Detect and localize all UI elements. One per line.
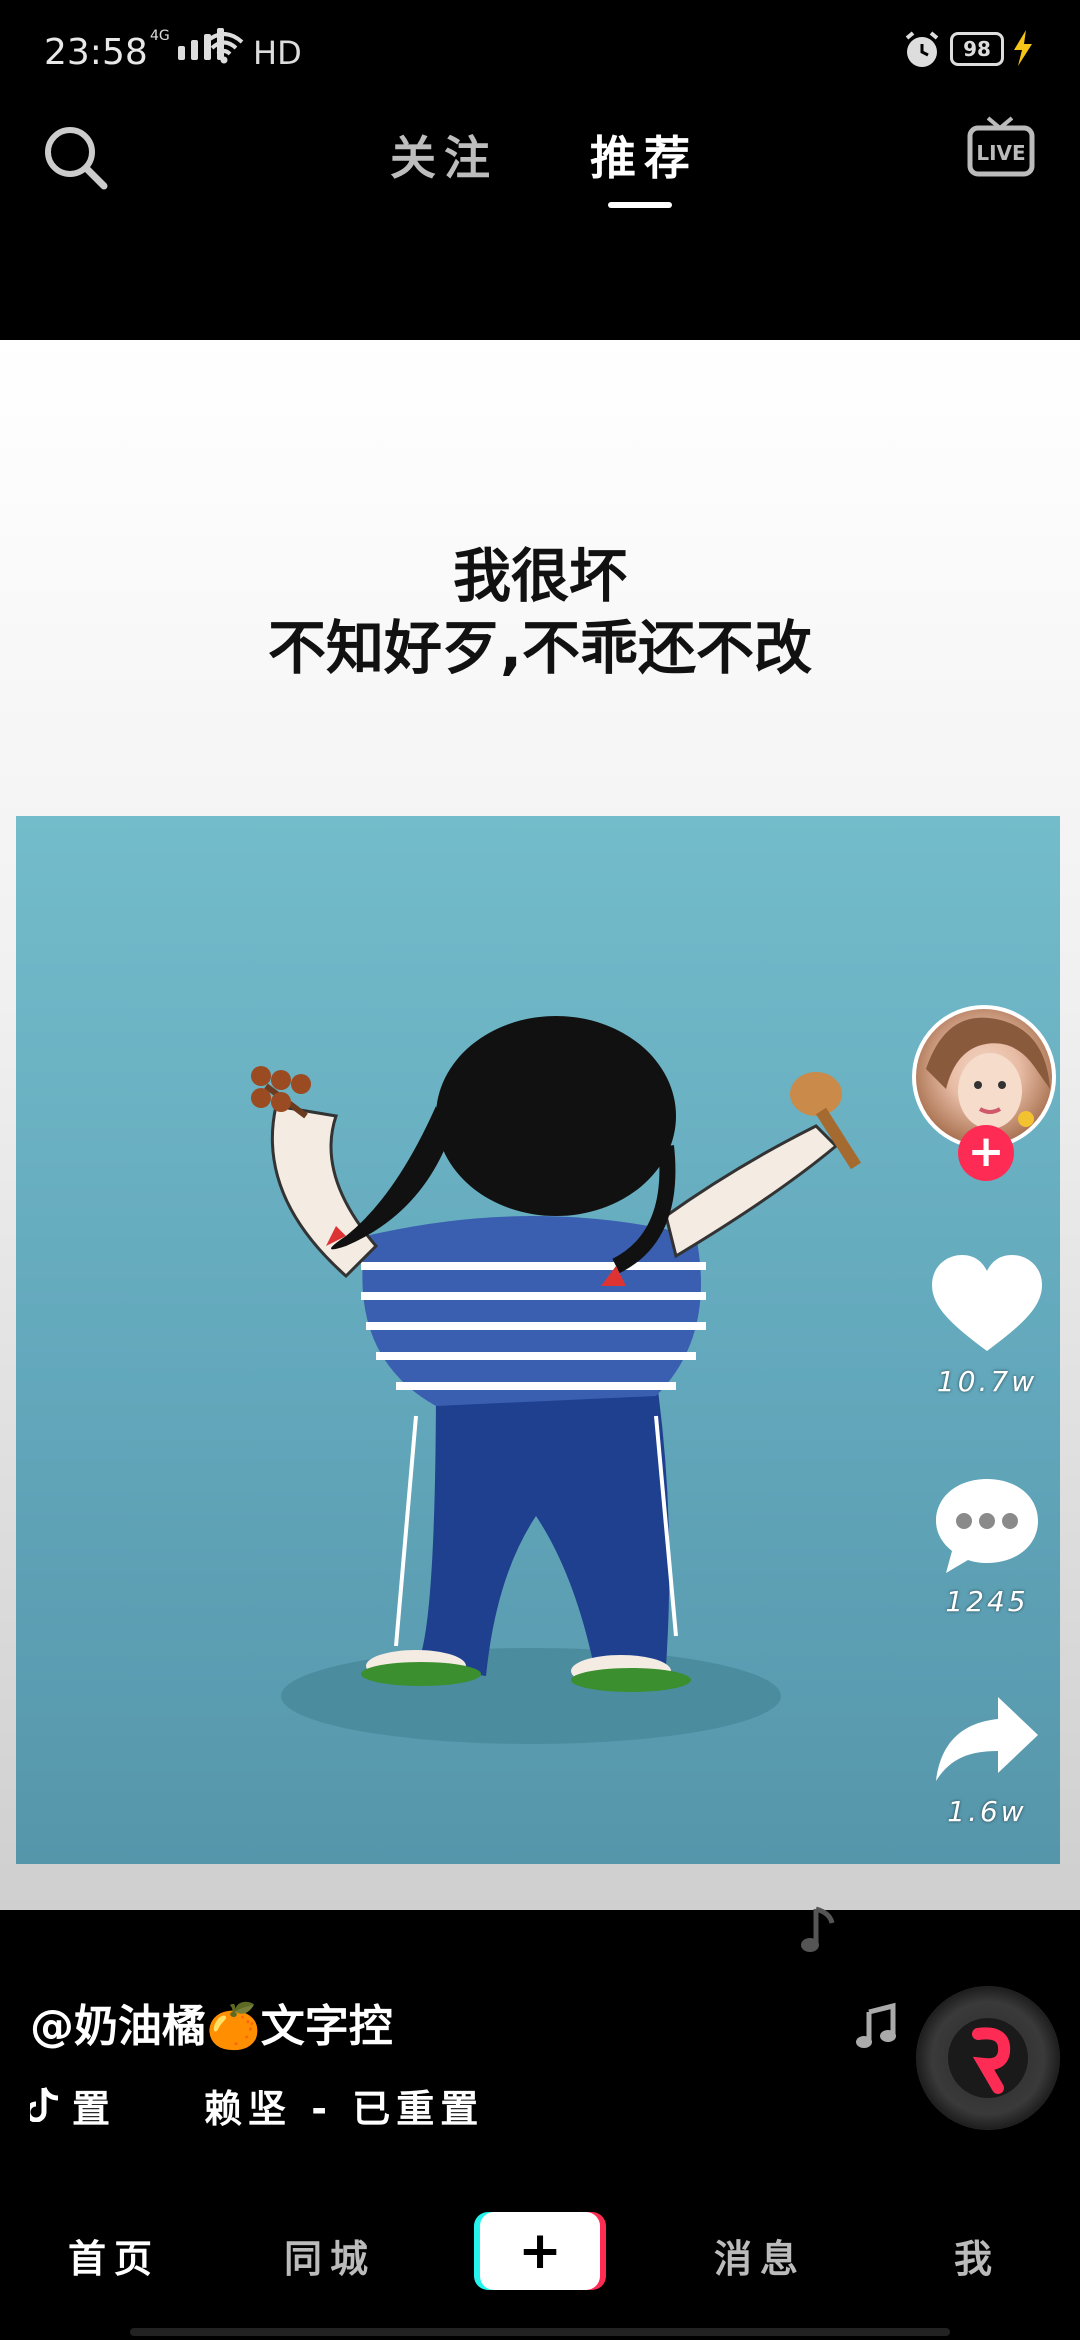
like-count: 10.7w	[936, 1365, 1038, 1398]
network-type: 4G	[150, 28, 170, 44]
heart-icon	[932, 1255, 1042, 1351]
nav-city[interactable]: 同城	[284, 2228, 376, 2283]
song-marquee[interactable]: 置 赖坚 - 已重置	[30, 2078, 570, 2133]
battery-level: 98	[963, 37, 991, 61]
top-nav: 关注 推荐 LIVE	[0, 110, 1080, 230]
alarm-icon	[905, 31, 939, 67]
follow-button[interactable]: +	[958, 1125, 1014, 1181]
tab-follow[interactable]: 关注	[390, 122, 498, 188]
wifi-icon	[204, 32, 244, 64]
comment-count: 1245	[945, 1585, 1029, 1618]
comment-icon	[936, 1479, 1038, 1573]
nav-messages[interactable]: 消息	[714, 2228, 806, 2283]
music-note-icon	[801, 1906, 835, 1952]
caption-line-2: 不知好歹,不乖还不改	[267, 614, 813, 682]
search-icon[interactable]	[40, 122, 110, 192]
live-label: LIVE	[976, 141, 1025, 165]
caption-line-1: 我很坏	[452, 542, 627, 610]
status-bar: 23:58 4G HD 98	[0, 0, 1080, 110]
music-logo-icon	[972, 2027, 1011, 2094]
music-note-icon-2	[856, 2002, 896, 2048]
nav-home[interactable]: 首页	[68, 2228, 160, 2283]
active-tab-indicator	[608, 202, 672, 208]
battery-icon: 98	[950, 32, 1004, 66]
hd-label: HD	[253, 34, 302, 72]
tiktok-note-icon	[30, 2086, 59, 2122]
share-button[interactable]: 1.6w	[912, 1695, 1062, 1828]
tab-recommend[interactable]: 推荐	[590, 122, 698, 188]
create-plus: +	[480, 2212, 600, 2290]
charging-icon	[1014, 30, 1032, 66]
song-title: 置 赖坚 - 已重置	[72, 2087, 570, 2131]
home-indicator	[130, 2328, 950, 2336]
video-caption: 我很坏 不知好歹,不乖还不改	[0, 540, 1080, 684]
author-name[interactable]: @奶油橘🍊文字控	[30, 1990, 393, 2054]
share-icon	[936, 1697, 1038, 1781]
video-player[interactable]: 我很坏 不知好歹,不乖还不改	[0, 340, 1080, 1910]
like-button[interactable]: 10.7w	[912, 1255, 1062, 1398]
comment-button[interactable]: 1245	[912, 1475, 1062, 1618]
create-button[interactable]: +	[474, 2212, 606, 2290]
bottom-nav: 首页 同城 + 消息 我	[0, 2200, 1080, 2340]
cartoon-illustration	[16, 816, 1060, 1864]
share-count: 1.6w	[947, 1795, 1027, 1828]
status-time: 23:58	[44, 32, 148, 73]
nav-me[interactable]: 我	[954, 2228, 1000, 2283]
music-disc[interactable]	[916, 1986, 1060, 2130]
live-icon[interactable]: LIVE	[966, 110, 1036, 180]
